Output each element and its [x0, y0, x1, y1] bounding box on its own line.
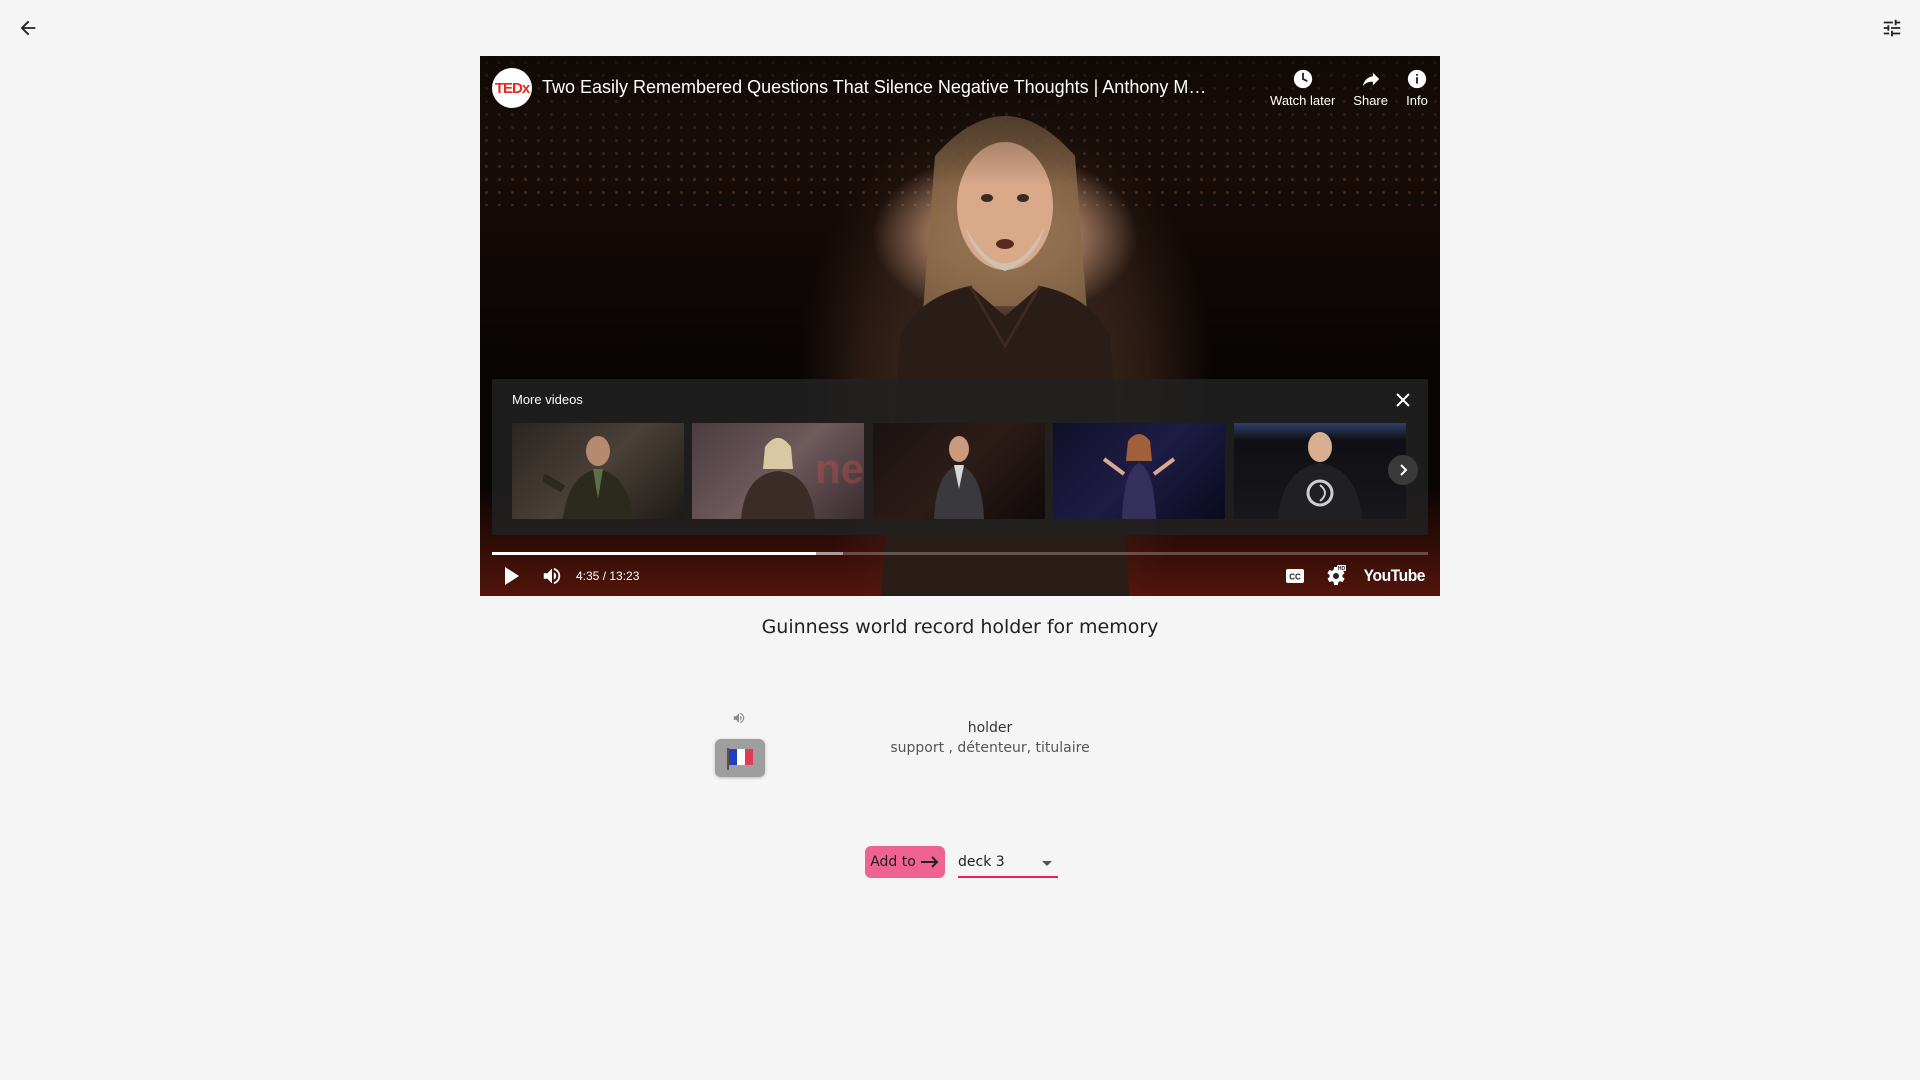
svg-text:HD: HD — [1338, 566, 1346, 572]
share-button[interactable]: Share — [1353, 68, 1388, 108]
share-label: Share — [1353, 93, 1388, 108]
play-icon — [505, 567, 519, 585]
player-controls-right: CC HD YouTube — [1275, 558, 1428, 594]
info-icon — [1407, 69, 1427, 89]
more-video-thumbnail[interactable] — [1053, 423, 1225, 519]
captions-button[interactable]: CC — [1275, 558, 1315, 594]
progress-played — [492, 552, 816, 555]
video-player[interactable]: TEDx Two Easily Remembered Questions Tha… — [480, 56, 1440, 596]
more-videos-panel: More videos ne — [492, 379, 1428, 535]
more-videos-title: More videos — [512, 392, 583, 407]
video-title[interactable]: Two Easily Remembered Questions That Sil… — [542, 77, 1212, 98]
time-display: 4:35 / 13:23 — [576, 569, 640, 583]
dropdown-arrow-icon — [1042, 861, 1052, 866]
volume-icon — [543, 567, 561, 585]
info-label: Info — [1406, 93, 1428, 108]
more-video-thumbnail[interactable] — [873, 423, 1045, 519]
captions-icon: CC — [1286, 569, 1305, 583]
add-to-label: Add to — [870, 854, 916, 870]
add-to-button[interactable]: Add to — [865, 846, 945, 878]
watch-later-label: Watch later — [1270, 93, 1336, 108]
lookup-translations: support , détenteur, titulaire — [890, 740, 1090, 756]
back-icon[interactable] — [12, 12, 44, 44]
share-icon — [1362, 72, 1379, 87]
subtitle-caption[interactable]: Guinness world record holder for memory — [480, 616, 1440, 638]
deck-select-value: deck 3 — [958, 854, 1005, 870]
volume-button[interactable] — [532, 558, 572, 594]
tune-icon[interactable] — [1876, 12, 1908, 44]
watch-later-button[interactable]: Watch later — [1270, 68, 1335, 108]
video-title-bar: TEDx Two Easily Remembered Questions Tha… — [492, 68, 1428, 132]
language-button[interactable] — [715, 739, 765, 777]
gear-icon: HD — [1327, 565, 1347, 585]
chevron-right-icon[interactable] — [1388, 455, 1418, 485]
more-video-thumbnail[interactable] — [512, 423, 684, 519]
arrow-right-icon — [920, 856, 939, 868]
settings-button[interactable]: HD — [1315, 558, 1355, 594]
close-icon[interactable] — [1390, 387, 1416, 413]
clock-icon — [1293, 69, 1312, 89]
player-controls: 4:35 / 13:23 CC HD YouTube — [492, 558, 1428, 594]
info-button[interactable]: Info — [1406, 68, 1428, 108]
youtube-logo[interactable]: YouTube — [1364, 566, 1426, 586]
channel-logo[interactable]: TEDx — [492, 68, 532, 108]
video-progress-bar[interactable] — [492, 552, 1428, 555]
france-flag-icon — [727, 748, 753, 770]
speaker-icon[interactable] — [729, 709, 749, 727]
svg-text:CC: CC — [1290, 573, 1302, 582]
lookup-word: holder — [967, 720, 1013, 736]
video-actions: Watch later Share Info — [1252, 68, 1428, 108]
deck-select[interactable]: deck 3 — [958, 848, 1058, 878]
play-button[interactable] — [492, 558, 532, 594]
more-video-thumbnail[interactable]: ne — [692, 423, 864, 519]
more-video-thumbnail[interactable] — [1234, 423, 1406, 519]
